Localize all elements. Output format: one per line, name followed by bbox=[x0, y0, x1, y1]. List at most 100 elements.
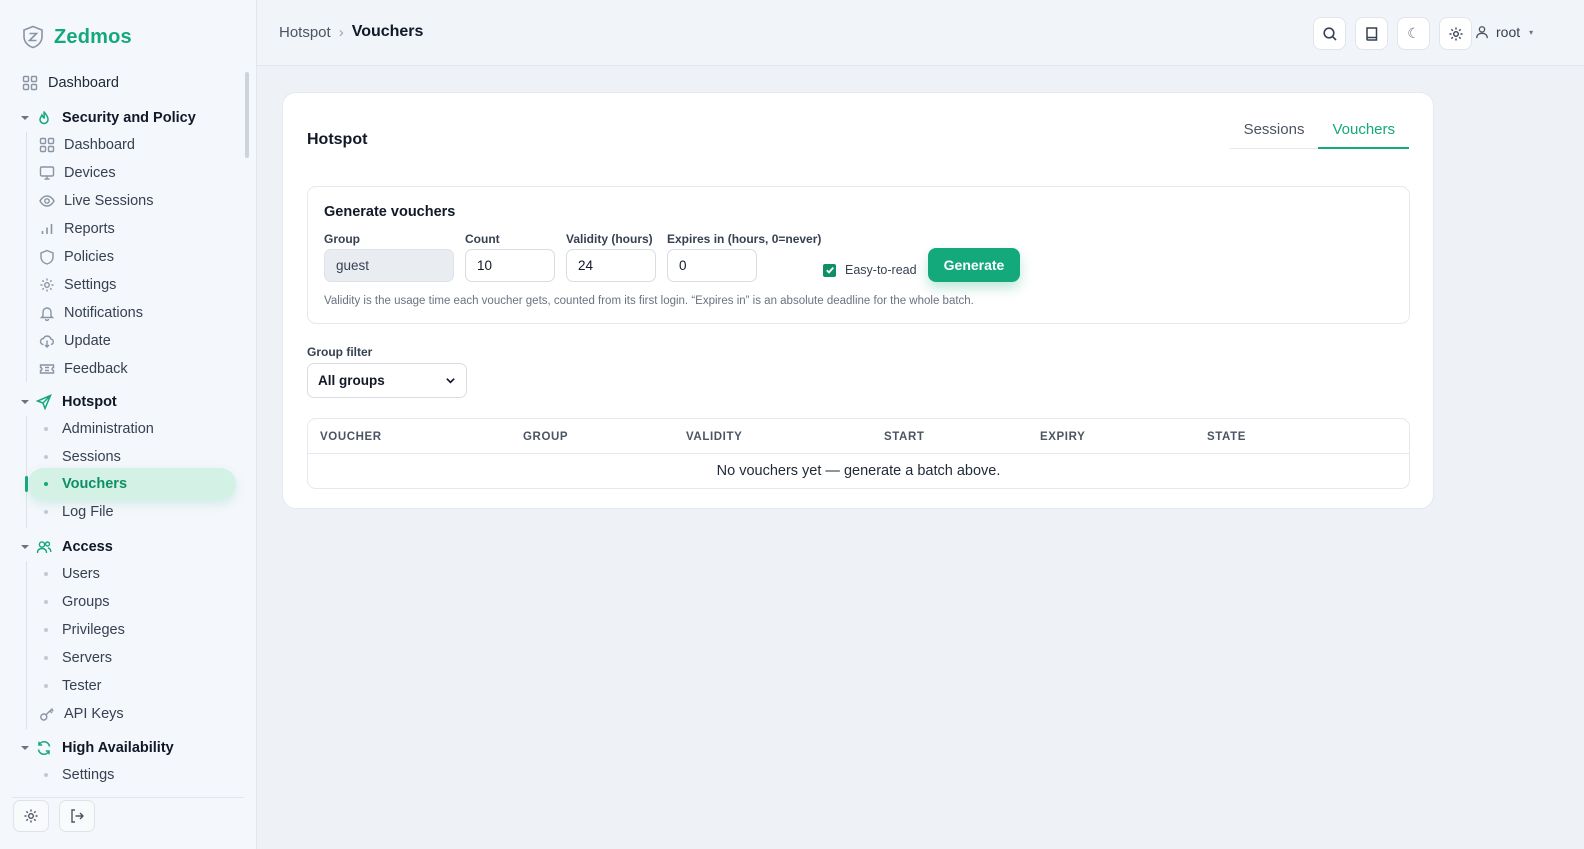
theme-toggle-button[interactable]: ☾ bbox=[1397, 17, 1430, 50]
sidebar-item-live-sessions[interactable]: Live Sessions bbox=[0, 188, 245, 214]
monitor-icon bbox=[39, 165, 55, 181]
sidebar-item-label: Feedback bbox=[64, 361, 128, 377]
sidebar-item-label: Policies bbox=[64, 249, 114, 265]
bullet-icon bbox=[44, 656, 48, 660]
tab-sessions[interactable]: Sessions bbox=[1230, 113, 1319, 149]
bullet-icon bbox=[44, 482, 48, 486]
easy-to-read-label: Easy-to-read bbox=[845, 263, 917, 277]
sidebar-item-privileges[interactable]: Privileges bbox=[0, 617, 245, 643]
sidebar-item-reports[interactable]: Reports bbox=[0, 216, 245, 242]
empty-state-message: No vouchers yet — generate a batch above… bbox=[716, 463, 1001, 479]
sidebar-item-vouchers[interactable]: Vouchers bbox=[0, 471, 245, 497]
easy-to-read-checkbox[interactable] bbox=[823, 263, 836, 277]
expires-field[interactable] bbox=[667, 249, 757, 282]
sidebar-section-label: High Availability bbox=[62, 740, 174, 756]
sidebar-section-hotspot[interactable]: Hotspot bbox=[0, 389, 245, 415]
sidebar-item-devices[interactable]: Devices bbox=[0, 160, 245, 186]
ticket-icon bbox=[39, 361, 55, 377]
bullet-icon bbox=[44, 427, 48, 431]
column-header-group[interactable]: GROUP bbox=[523, 431, 568, 443]
sidebar-item-label: API Keys bbox=[64, 706, 124, 722]
easy-to-read-toggle[interactable]: Easy-to-read bbox=[823, 263, 917, 277]
chevron-down-icon bbox=[20, 743, 30, 753]
sidebar-item-label: Reports bbox=[64, 221, 115, 237]
tab-vouchers[interactable]: Vouchers bbox=[1318, 113, 1409, 149]
sidebar-item-label: Settings bbox=[64, 277, 117, 293]
user-menu[interactable]: root ▾ bbox=[1475, 24, 1533, 40]
sidebar-item-label: Privileges bbox=[62, 622, 125, 638]
sidebar-item-label: Servers bbox=[62, 650, 112, 666]
sidebar-item-sec-dashboard[interactable]: Dashboard bbox=[0, 132, 245, 158]
sidebar-item-users[interactable]: Users bbox=[0, 561, 245, 587]
expires-label: Expires in (hours, 0=never) bbox=[667, 232, 822, 246]
sidebar-section-security[interactable]: Security and Policy bbox=[0, 105, 245, 131]
brand-name: Zedmos bbox=[54, 25, 132, 48]
users-icon bbox=[36, 539, 52, 555]
generate-hint: Validity is the usage time each voucher … bbox=[324, 295, 974, 307]
bullet-icon bbox=[44, 773, 48, 777]
sidebar-item-label: Sessions bbox=[62, 449, 121, 465]
brand[interactable]: Zedmos bbox=[22, 24, 132, 50]
bullet-icon bbox=[44, 600, 48, 604]
sidebar-item-dashboard-top[interactable]: Dashboard bbox=[0, 70, 245, 96]
count-label: Count bbox=[465, 232, 500, 246]
sidebar-item-tester[interactable]: Tester bbox=[0, 673, 245, 699]
sidebar-item-label: Devices bbox=[64, 165, 116, 181]
breadcrumb-separator: › bbox=[338, 23, 344, 41]
chevron-down-icon: ▾ bbox=[1529, 27, 1534, 37]
user-name: root bbox=[1496, 24, 1521, 40]
sidebar-item-administration[interactable]: Administration bbox=[0, 416, 245, 442]
sidebar-item-ha-settings[interactable]: Settings bbox=[0, 762, 245, 788]
sidebar-item-log-file[interactable]: Log File bbox=[0, 499, 245, 525]
bullet-icon bbox=[44, 572, 48, 576]
sidebar-section-label: Security and Policy bbox=[62, 110, 196, 126]
gear-icon bbox=[1448, 26, 1464, 42]
chevron-down-icon bbox=[20, 397, 30, 407]
page-title: Hotspot bbox=[307, 131, 368, 148]
column-header-voucher[interactable]: VOUCHER bbox=[320, 431, 382, 443]
cloud-download-icon bbox=[39, 333, 55, 349]
column-header-expiry[interactable]: EXPIRY bbox=[1040, 431, 1085, 443]
search-button[interactable] bbox=[1313, 17, 1346, 50]
sidebar-item-label: Tester bbox=[62, 678, 102, 694]
column-header-start[interactable]: START bbox=[884, 431, 924, 443]
sidebar-item-servers[interactable]: Servers bbox=[0, 645, 245, 671]
eye-icon bbox=[39, 193, 55, 209]
header-settings-button[interactable] bbox=[1439, 17, 1472, 50]
flame-icon bbox=[36, 110, 52, 126]
group-label: Group bbox=[324, 232, 360, 246]
breadcrumb-parent[interactable]: Hotspot bbox=[279, 24, 331, 41]
sidebar-item-policies[interactable]: Policies bbox=[0, 244, 245, 270]
sidebar-section-access[interactable]: Access bbox=[0, 534, 245, 560]
sidebar-item-label: Dashboard bbox=[48, 75, 119, 91]
sidebar-item-notifications[interactable]: Notifications bbox=[0, 300, 245, 326]
sidebar-item-api-keys[interactable]: API Keys bbox=[0, 701, 245, 727]
sidebar-item-feedback[interactable]: Feedback bbox=[0, 356, 245, 382]
sidebar-section-high-availability[interactable]: High Availability bbox=[0, 735, 245, 761]
validity-field[interactable] bbox=[566, 249, 656, 282]
bell-icon bbox=[39, 305, 55, 321]
sidebar-item-label: Update bbox=[64, 333, 111, 349]
column-header-state[interactable]: STATE bbox=[1207, 431, 1246, 443]
group-filter-value: All groups bbox=[318, 373, 385, 388]
chevron-down-icon bbox=[20, 113, 30, 123]
generate-button[interactable]: Generate bbox=[928, 248, 1020, 282]
sidebar-settings-button[interactable] bbox=[13, 800, 49, 832]
bullet-icon bbox=[44, 684, 48, 688]
docs-button[interactable] bbox=[1355, 17, 1388, 50]
sidebar-scrollbar[interactable] bbox=[245, 72, 249, 158]
validity-label: Validity (hours) bbox=[566, 232, 653, 246]
grid-icon bbox=[22, 75, 38, 91]
sidebar-item-sessions[interactable]: Sessions bbox=[0, 444, 245, 470]
bullet-icon bbox=[44, 628, 48, 632]
sidebar-section-label: Hotspot bbox=[62, 394, 117, 410]
count-field[interactable] bbox=[465, 249, 555, 282]
sidebar-item-settings[interactable]: Settings bbox=[0, 272, 245, 298]
column-header-validity[interactable]: VALIDITY bbox=[686, 431, 742, 443]
logout-button[interactable] bbox=[59, 800, 95, 832]
sidebar-item-groups[interactable]: Groups bbox=[0, 589, 245, 615]
table-header: VOUCHER GROUP VALIDITY START EXPIRY STAT… bbox=[308, 419, 1409, 454]
group-field[interactable] bbox=[324, 249, 454, 282]
sidebar-item-update[interactable]: Update bbox=[0, 328, 245, 354]
group-filter-select[interactable]: All groups bbox=[307, 363, 467, 398]
